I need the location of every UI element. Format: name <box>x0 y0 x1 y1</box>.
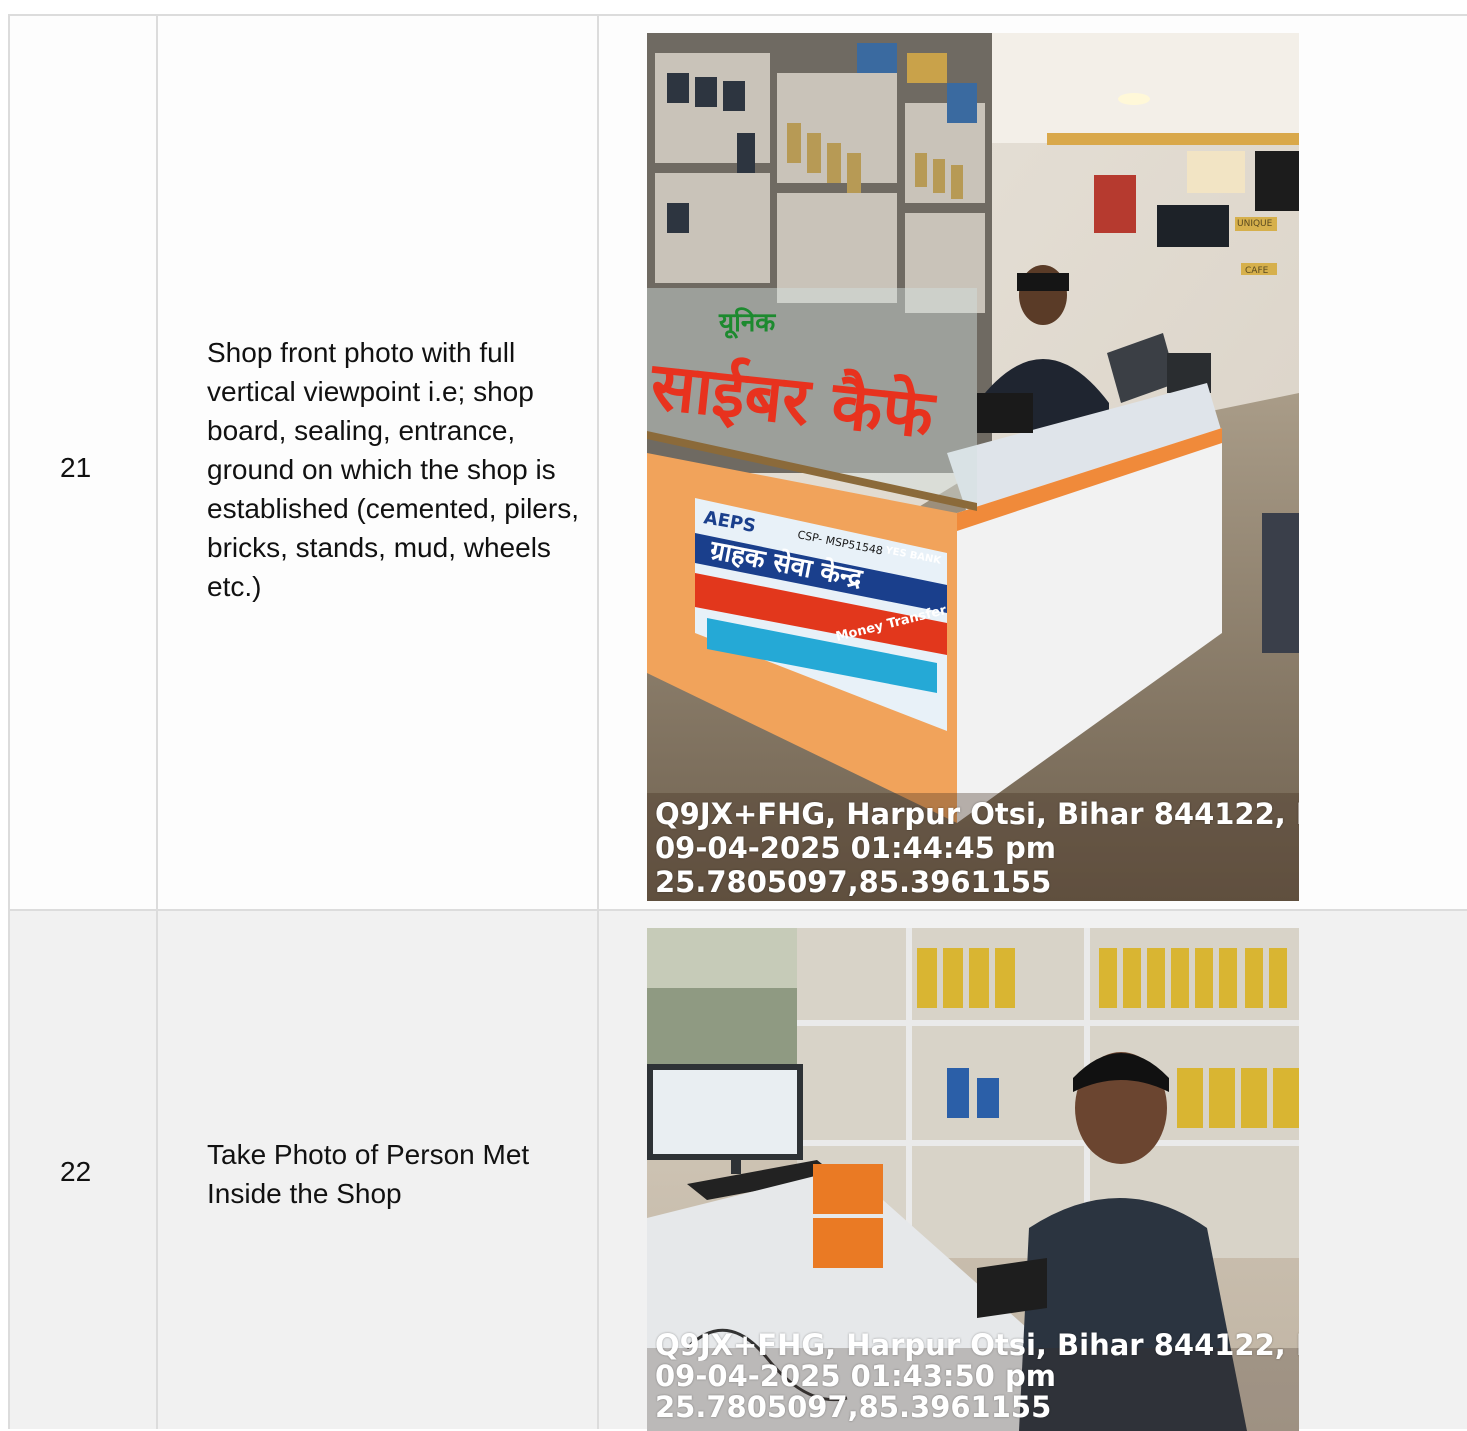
photo-cell: Q9JX+FHG, Harpur Otsi, Bihar 844122, In … <box>599 911 1467 1431</box>
geotag-datetime: 09-04-2025 01:43:50 pm <box>655 1361 1056 1392</box>
wall-label-cafe: CAFE <box>1245 266 1269 276</box>
wall-label-unique: UNIQUE <box>1237 219 1273 229</box>
geotag-address: Q9JX+FHG, Harpur Otsi, Bihar 844122, In <box>655 1330 1299 1361</box>
photo-cell: AEPS CSP- MSP51548 YES BANK ग्राहक सेवा … <box>599 16 1467 910</box>
row-description: Take Photo of Person Met Inside the Shop <box>207 1139 530 1209</box>
geotag-coords: 25.7805097,85.3961155 <box>655 865 1052 899</box>
row-number-cell: 22 <box>10 911 158 1429</box>
sign-small-text: यूनिक <box>718 307 776 339</box>
table-row: 21 Shop front photo with full vertical v… <box>8 14 1467 910</box>
row-number: 21 <box>60 452 92 483</box>
row-description: Shop front photo with full vertical view… <box>207 337 579 602</box>
description-cell: Take Photo of Person Met Inside the Shop <box>158 911 599 1429</box>
person-met-photo: Q9JX+FHG, Harpur Otsi, Bihar 844122, In … <box>647 928 1299 1431</box>
description-cell: Shop front photo with full vertical view… <box>158 16 599 910</box>
geotag-datetime: 09-04-2025 01:44:45 pm <box>655 831 1056 865</box>
table-row: 22 Take Photo of Person Met Inside the S… <box>8 909 1467 1431</box>
photo-geotag: Q9JX+FHG, Harpur Otsi, Bihar 844122, In … <box>655 1330 1299 1423</box>
photo-geotag: Q9JX+FHG, Harpur Otsi, Bihar 844122, In … <box>655 797 1299 899</box>
shop-front-photo: AEPS CSP- MSP51548 YES BANK ग्राहक सेवा … <box>647 33 1299 901</box>
geotag-address: Q9JX+FHG, Harpur Otsi, Bihar 844122, In <box>655 797 1299 831</box>
row-number: 22 <box>60 1156 92 1187</box>
row-number-cell: 21 <box>10 16 158 910</box>
geotag-coords: 25.7805097,85.3961155 <box>655 1392 1052 1423</box>
